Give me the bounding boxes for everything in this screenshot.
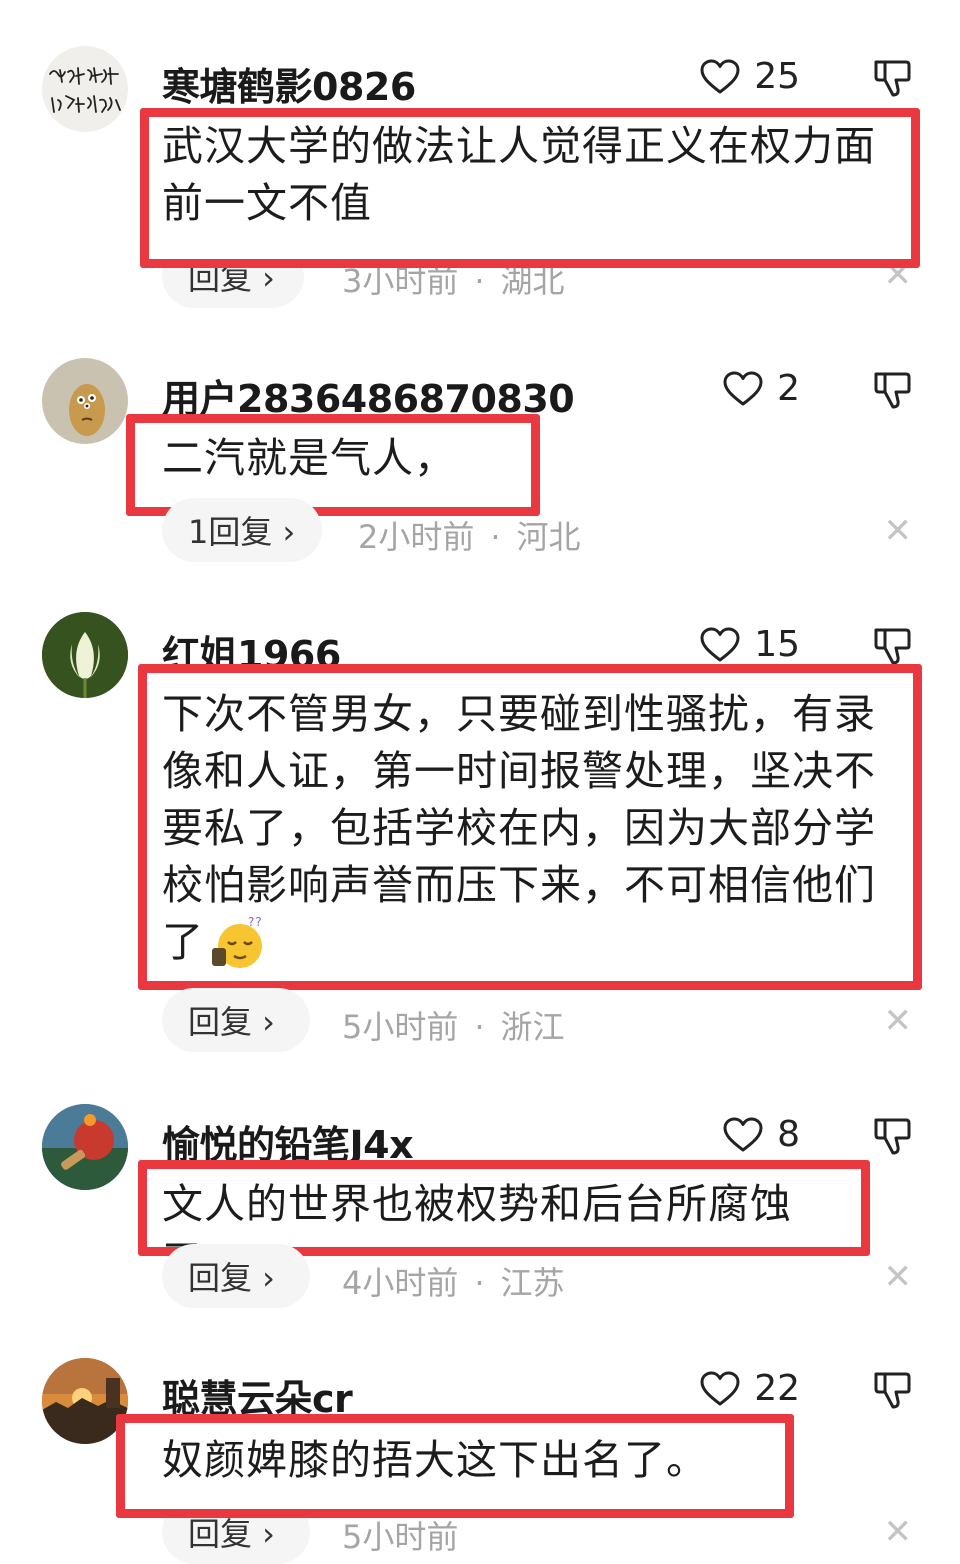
timestamp: 5小时前: [342, 1008, 459, 1046]
comment-line: 二汽就是气人，: [162, 434, 456, 482]
comment-line: 奴颜婢膝的捂大这下出名了。: [162, 1436, 708, 1484]
heart-outline-icon: [700, 59, 740, 93]
username[interactable]: 寒塘鹤影0826: [162, 56, 416, 111]
comment-line-with-emoji: 了 ??: [162, 914, 892, 971]
thumbs-down-icon: [874, 60, 911, 97]
location: 河北: [516, 518, 581, 556]
dislike-button[interactable]: [872, 1370, 912, 1414]
svg-text:??: ??: [248, 916, 263, 929]
separator-dot: ·: [474, 1264, 485, 1302]
thumbs-down-icon: [874, 1372, 911, 1409]
thumbs-down-icon: [874, 628, 911, 665]
comment-line: 前一文不值: [162, 179, 372, 227]
close-icon[interactable]: ✕: [884, 1512, 913, 1552]
separator-dot: ·: [490, 518, 501, 556]
avatar[interactable]: [42, 46, 128, 132]
comment-line: 下次不管男女，只要碰到性骚扰，有录: [162, 690, 876, 738]
heart-outline-icon: [723, 371, 763, 405]
comment-text-overlay: 武汉大学的做法让人觉得正义在权力面 前一文不值: [162, 118, 892, 232]
close-icon[interactable]: ✕: [884, 1257, 913, 1297]
like-button[interactable]: 8: [723, 1114, 800, 1155]
comment-text: 二汽就是气人，: [162, 430, 892, 487]
like-count: 8: [777, 1114, 800, 1155]
potato-avatar-image: [69, 384, 105, 436]
timestamp: 2小时前: [358, 518, 475, 556]
thumbs-down-icon: [874, 1118, 911, 1155]
timestamp: 4小时前: [342, 1264, 459, 1302]
like-count: 22: [754, 1368, 800, 1409]
avatar[interactable]: [42, 612, 128, 698]
thumbs-down-icon: [874, 372, 911, 409]
comment-line: 了: [162, 918, 204, 966]
like-button[interactable]: 25: [700, 56, 800, 97]
ping-pong-avatar-image: [42, 1104, 128, 1190]
avatar[interactable]: [42, 358, 128, 444]
sleepy-face-emoji-icon: ??: [212, 916, 263, 968]
location: 浙江: [500, 1008, 565, 1046]
close-icon[interactable]: ✕: [884, 511, 913, 551]
timestamp: 5小时前: [342, 1518, 459, 1556]
comment-meta: 2小时前 · 河北: [358, 512, 581, 558]
like-count: 15: [754, 624, 800, 665]
flower-avatar-image: [42, 612, 128, 698]
like-button[interactable]: 22: [700, 1368, 800, 1409]
avatar[interactable]: [42, 1104, 128, 1190]
like-button[interactable]: 15: [700, 624, 800, 665]
comment-meta: 5小时前 · 浙江: [342, 1002, 565, 1048]
like-count: 2: [777, 368, 800, 409]
comment-text: 奴颜婢膝的捂大这下出名了。: [162, 1432, 892, 1489]
comment-text: 下次不管男女，只要碰到性骚扰，有录 像和人证，第一时间报警处理，坚决不 要私了，…: [162, 686, 892, 971]
heart-outline-icon: [700, 1371, 740, 1405]
location: 江苏: [500, 1264, 565, 1302]
calligraphy-avatar-image: [49, 67, 121, 113]
close-icon[interactable]: ✕: [884, 1001, 913, 1041]
reply-button[interactable]: 1回复 ›: [162, 498, 322, 562]
comment-line: 武汉大学的做法让人觉得正义在权力面: [162, 122, 876, 170]
heart-outline-icon: [700, 627, 740, 661]
dislike-button[interactable]: [872, 1116, 912, 1160]
reply-button[interactable]: 回复 ›: [162, 988, 310, 1052]
comment-meta: 5小时前: [342, 1512, 458, 1558]
comment-line: 校怕影响声誉而压下来，不可相信他们: [162, 861, 876, 909]
like-count: 25: [754, 56, 800, 97]
separator-dot: ·: [474, 1008, 485, 1046]
comment-line: 要私了，包括学校在内，因为大部分学: [162, 804, 876, 852]
comment-line: 像和人证，第一时间报警处理，坚决不: [162, 747, 876, 795]
heart-outline-icon: [723, 1117, 763, 1151]
reply-button[interactable]: 回复 ›: [162, 1244, 310, 1308]
like-button[interactable]: 2: [723, 368, 800, 409]
comment-meta: 4小时前 · 江苏: [342, 1258, 565, 1304]
dislike-button[interactable]: [872, 58, 912, 102]
dislike-button[interactable]: [872, 370, 912, 414]
